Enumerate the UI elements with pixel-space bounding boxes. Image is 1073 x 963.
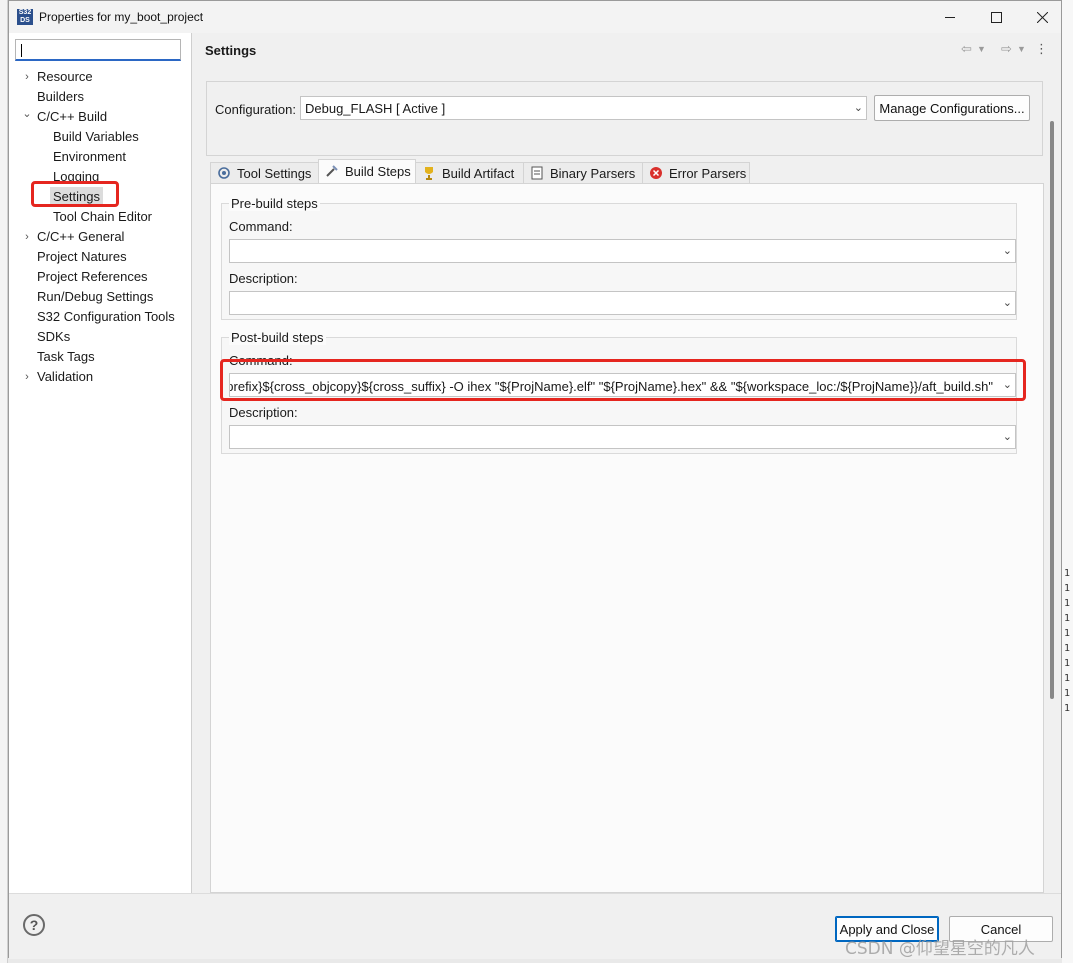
pre-build-description-field[interactable]: ⌄	[229, 291, 1016, 315]
forward-dropdown-icon[interactable]: ▼	[1017, 44, 1026, 54]
tree-item-c-c-build[interactable]: ⌄ C/C++ Build	[22, 107, 108, 127]
chevron-right-icon[interactable]: ›	[21, 367, 33, 387]
tree-item-environment[interactable]: Environment	[53, 147, 126, 167]
text-caret	[21, 44, 22, 57]
minimize-button[interactable]	[927, 1, 973, 33]
tab-build-steps[interactable]: Build Steps	[318, 159, 416, 184]
post-build-title: Post-build steps	[229, 330, 326, 345]
tab-label: Build Steps	[345, 164, 411, 179]
post-build-description-field[interactable]: ⌄	[229, 425, 1016, 449]
tree-item-label: Build Variables	[53, 129, 139, 144]
properties-dialog: S32 DS Properties for my_boot_project › Re…	[8, 0, 1062, 959]
pre-build-command-label: Command:	[229, 219, 293, 234]
more-menu-icon[interactable]: ⋮	[1035, 41, 1048, 57]
title-bar: S32 DS Properties for my_boot_project	[9, 1, 1061, 33]
pre-build-command-field[interactable]: ⌄	[229, 239, 1016, 263]
configuration-label: Configuration:	[215, 102, 296, 117]
tab-label: Build Artifact	[442, 166, 515, 181]
property-tree-pane: › Resource Builders ⌄ C/C++ Build Build Varia…	[9, 33, 192, 893]
tree-item-label: Task Tags	[37, 349, 95, 364]
trophy-icon	[422, 166, 436, 180]
tree-item-label: Project References	[37, 269, 148, 284]
help-icon[interactable]: ?	[23, 914, 45, 936]
post-build-description-label: Description:	[229, 405, 298, 420]
close-icon	[1036, 11, 1048, 23]
tool-settings-icon	[217, 166, 231, 180]
settings-highlight-box	[31, 181, 119, 207]
tree-item-resource[interactable]: › Resource	[25, 67, 93, 87]
minimize-icon	[944, 16, 955, 18]
tree-item-c-c-general[interactable]: › C/C++ General	[25, 227, 125, 247]
pre-build-group: Pre-build steps Command: ⌄ Description: …	[221, 196, 1017, 320]
app-icon: S32 DS	[17, 9, 33, 25]
tree-item-validation[interactable]: › Validation	[25, 367, 94, 387]
close-button[interactable]	[1019, 1, 1065, 33]
pre-build-title: Pre-build steps	[229, 196, 320, 211]
maximize-icon	[990, 11, 1002, 23]
tab-tool-settings[interactable]: Tool Settings	[210, 162, 319, 183]
tree-item-label: Tool Chain Editor	[53, 209, 152, 224]
chevron-down-icon[interactable]: ⌄	[21, 104, 33, 124]
chevron-right-icon[interactable]: ›	[21, 227, 33, 247]
tree-item-label: Validation	[37, 369, 94, 384]
manage-configurations-button[interactable]: Manage Configurations...	[874, 95, 1030, 121]
chevron-down-icon: ⌄	[1002, 431, 1012, 443]
window-title: Properties for my_boot_project	[39, 10, 204, 24]
pre-build-description-label: Description:	[229, 271, 298, 286]
build-steps-panel: Pre-build steps Command: ⌄ Description: …	[210, 183, 1044, 893]
tab-label: Error Parsers	[669, 166, 747, 181]
back-dropdown-icon[interactable]: ▼	[977, 44, 986, 54]
tree-item-label: S32 Configuration Tools	[37, 309, 175, 324]
binary-parser-icon	[530, 166, 544, 180]
error-icon	[649, 166, 663, 180]
tree-item-build-variables[interactable]: Build Variables	[53, 127, 139, 147]
configuration-select[interactable]: Debug_FLASH [ Active ] ⌄	[300, 96, 867, 120]
tree-item-sdks[interactable]: SDKs	[37, 327, 70, 347]
vertical-scrollbar[interactable]	[1049, 93, 1055, 923]
chevron-down-icon: ⌄	[1002, 245, 1012, 257]
maximize-button[interactable]	[973, 1, 1019, 33]
tree-item-label: SDKs	[37, 329, 71, 344]
background-ide-left	[0, 0, 8, 963]
tree-item-builders[interactable]: Builders	[37, 87, 84, 107]
tree-item-s32-configuration-tools[interactable]: S32 Configuration Tools	[37, 307, 175, 327]
page-title: Settings	[205, 43, 257, 58]
tab-label: Binary Parsers	[550, 166, 636, 181]
build-steps-icon	[325, 164, 339, 178]
configuration-group: Configuration: Debug_FLASH [ Active ] ⌄ …	[206, 81, 1043, 156]
filter-input[interactable]	[15, 39, 181, 61]
tree-item-project-natures[interactable]: Project Natures	[37, 247, 127, 267]
settings-tabs: Tool Settings Build Steps Build Artifact Bi…	[210, 159, 1044, 184]
back-arrow-icon[interactable]: ⇦	[961, 41, 972, 57]
nav-toolbar: ⇦ ▼ ⇨ ▼ ⋮	[945, 41, 1048, 59]
tab-binary-parsers[interactable]: Binary Parsers	[523, 162, 643, 183]
tree-item-label: C/C++ Build	[37, 109, 108, 124]
tab-label: Tool Settings	[237, 166, 312, 181]
chevron-right-icon[interactable]: ›	[21, 67, 33, 87]
background-ide-right: 1 1 1 1 1 1 1 1 1 1	[1062, 0, 1073, 963]
settings-pane: Settings ⇦ ▼ ⇨ ▼ ⋮ Configuration: Debug_…	[193, 33, 1061, 893]
chevron-down-icon: ⌄	[853, 102, 863, 114]
tree-item-label: Project Natures	[37, 249, 127, 264]
tree-item-label: Resource	[37, 69, 93, 84]
tab-error-parsers[interactable]: Error Parsers	[642, 162, 750, 183]
chevron-down-icon: ⌄	[1002, 297, 1012, 309]
tree-item-run-debug-settings[interactable]: Run/Debug Settings	[37, 287, 153, 307]
tree-item-label: Builders	[37, 89, 84, 104]
tree-item-label: C/C++ General	[37, 229, 125, 244]
tree-item-task-tags[interactable]: Task Tags	[37, 347, 95, 367]
tree-item-label: Run/Debug Settings	[37, 289, 154, 304]
post-build-command-highlight-box	[220, 359, 1026, 401]
scrollbar-thumb[interactable]	[1050, 121, 1054, 699]
tree-item-label: Environment	[53, 149, 126, 164]
watermark: CSDN @仰望星空的凡人	[845, 939, 1035, 959]
tree-item-project-references[interactable]: Project References	[37, 267, 148, 287]
forward-arrow-icon[interactable]: ⇨	[1001, 41, 1012, 57]
tab-build-artifact[interactable]: Build Artifact	[415, 162, 524, 183]
tree-item-tool-chain-editor[interactable]: Tool Chain Editor	[53, 207, 152, 227]
configuration-value: Debug_FLASH [ Active ]	[305, 101, 446, 116]
